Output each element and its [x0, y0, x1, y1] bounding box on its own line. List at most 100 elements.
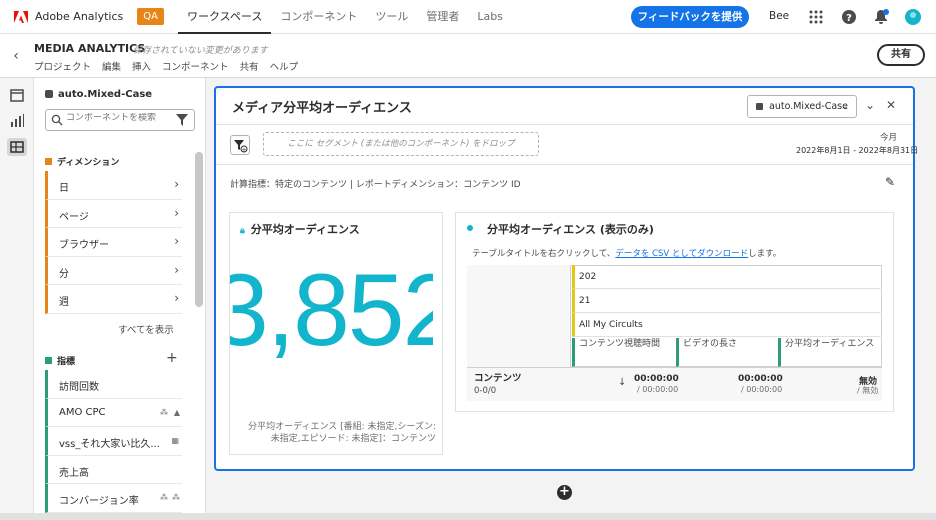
date-range[interactable]: 2022年8月1日 - 2022年8月31日: [796, 145, 918, 156]
dimension-label: 週: [59, 297, 69, 308]
dimension-item[interactable]: ブラウザー ›: [45, 228, 182, 257]
back-chevron-icon[interactable]: ‹: [6, 46, 26, 66]
metric-list: 訪問回数 AMO CPC ⁂ ▲ vss_それ大家い比久... ▦ 売上高 コンバージ…: [45, 370, 182, 513]
component-search-input[interactable]: [66, 113, 171, 123]
metric-item[interactable]: AMO CPC ⁂ ▲: [45, 398, 182, 427]
panel-scrollbar[interactable]: [195, 152, 203, 307]
menu-edit[interactable]: 編集: [102, 59, 121, 73]
summary-number-caption: 分平均オーディエンス [番組: 未指定,シーズン: 未指定,エピソード: 未指定…: [248, 422, 436, 444]
nav-admin[interactable]: 管理者: [417, 0, 468, 34]
share-button[interactable]: 共有: [877, 44, 925, 66]
metric-item[interactable]: vss_それ大家い比久... ▦: [45, 427, 182, 456]
edit-pencil-icon[interactable]: ✎: [885, 175, 895, 189]
app-name[interactable]: Adobe Analytics: [35, 10, 123, 23]
table-note-suffix: します。: [748, 249, 782, 259]
metric-column-header[interactable]: ビデオの長さ: [676, 338, 778, 367]
dimension-item[interactable]: ページ ›: [45, 199, 182, 228]
chevron-right-icon[interactable]: ›: [174, 206, 179, 220]
segment-header[interactable]: 202: [572, 265, 882, 289]
dimension-header-cell[interactable]: [467, 265, 571, 367]
chevron-right-icon[interactable]: ›: [174, 177, 179, 191]
metric-item[interactable]: コンバージョン率 ⁂ ⁂: [45, 484, 182, 513]
menu-insert[interactable]: 挿入: [132, 59, 151, 73]
qa-badge: QA: [137, 8, 164, 25]
dimension-label: 日: [59, 183, 69, 194]
segment-filter-button[interactable]: +: [230, 135, 250, 155]
apps-grid-icon[interactable]: [808, 9, 824, 25]
nav-labs[interactable]: Labs: [468, 0, 512, 34]
feedback-button[interactable]: フィードバックを提供: [631, 6, 749, 28]
metric-item[interactable]: 売上高: [45, 455, 182, 484]
nav-components[interactable]: コンポーネント: [271, 0, 366, 34]
menu-help[interactable]: ヘルプ: [270, 59, 299, 73]
table-note-prefix: テーブルタイトルを右クリックして、: [472, 249, 616, 259]
metric-label: コンバージョン率: [59, 496, 139, 507]
totals-label[interactable]: コンテンツ: [474, 370, 522, 384]
menu-components[interactable]: コンポーネント: [162, 59, 229, 73]
metric-column-header[interactable]: 分平均オーディエンス: [778, 338, 882, 367]
project-title[interactable]: MEDIA ANALYTICS: [34, 42, 145, 55]
date-label[interactable]: 今月: [880, 131, 897, 143]
metrics-heading[interactable]: 指標: [45, 354, 75, 367]
dimension-item[interactable]: 日 ›: [45, 171, 182, 200]
metric-label: 訪問回数: [59, 382, 99, 393]
compare-icon: ⁂: [160, 407, 168, 417]
chevron-right-icon[interactable]: ›: [174, 263, 179, 277]
panel-title[interactable]: メディア分平均オーディエンス: [232, 97, 412, 116]
big-number: 3,852: [230, 262, 433, 367]
divider: [216, 124, 913, 125]
total-sub-value: / 無効: [857, 386, 879, 395]
visualizations-icon[interactable]: [7, 112, 27, 130]
metric-item[interactable]: 訪問回数: [45, 370, 182, 399]
nav-tools[interactable]: ツール: [366, 0, 417, 34]
segment-header[interactable]: All My Circults: [572, 313, 882, 337]
close-icon[interactable]: ✕: [886, 98, 896, 112]
user-name[interactable]: Bee: [769, 10, 789, 22]
chevron-down-icon: ⌄: [841, 101, 849, 112]
chevron-right-icon[interactable]: ›: [174, 291, 179, 305]
add-metric-icon[interactable]: +: [166, 350, 178, 366]
summary-number-value: 3,852: [230, 262, 433, 372]
dimension-item[interactable]: 週 ›: [45, 285, 182, 314]
nav-workspace[interactable]: ワークスペース: [177, 0, 272, 34]
metric-icon: [45, 357, 52, 364]
show-all-link[interactable]: すべてを表示: [118, 322, 174, 336]
metric-column-header[interactable]: コンテンツ視聴時間: [572, 338, 676, 367]
adobe-logo-icon[interactable]: [14, 10, 28, 23]
dimensions-heading[interactable]: ディメンション: [45, 155, 119, 168]
dimension-item[interactable]: 分 ›: [45, 256, 182, 285]
component-search-field[interactable]: [45, 109, 195, 131]
chevron-right-icon[interactable]: ›: [174, 234, 179, 248]
calculated-metric-icon: ▦: [171, 436, 179, 445]
top-bar: Adobe Analytics QA ワークスペース コンポーネント ツール 管…: [0, 0, 936, 34]
download-csv-link[interactable]: データを CSV としてダウンロード: [615, 249, 748, 259]
dimension-label: ページ: [59, 211, 89, 223]
compare-icon: ⁂: [172, 493, 180, 502]
components-icon[interactable]: [7, 138, 27, 156]
total-value: 00:00:00: [634, 374, 679, 384]
panel-description: 計算指標：特定のコンテンツ | レポートディメンション：コンテンツ ID: [230, 180, 521, 190]
filter-icon[interactable]: [176, 114, 188, 126]
collapse-chevron-icon[interactable]: ⌄: [865, 98, 875, 112]
panel-report-suite[interactable]: auto.Mixed-Case: [45, 89, 152, 100]
notifications-bell-icon[interactable]: [873, 9, 889, 25]
panels-icon[interactable]: [7, 87, 27, 105]
segment-header[interactable]: 21: [572, 289, 882, 313]
table-title[interactable]: 分平均オーディエンス (表示のみ): [487, 221, 654, 237]
sort-arrow-icon[interactable]: ↓: [618, 377, 626, 388]
bottom-scrollbar[interactable]: [0, 513, 936, 520]
dimension-label: 分: [59, 268, 69, 280]
segment-dropzone[interactable]: ここに セグメント (または他のコンポーネント) をドロップ: [263, 132, 539, 156]
dimensions-heading-label: ディメンション: [57, 158, 120, 168]
avatar[interactable]: [905, 9, 921, 25]
svg-text:+: +: [241, 147, 246, 154]
summary-number-title[interactable]: 🔒︎ 分平均オーディエンス: [240, 221, 360, 237]
search-icon: [51, 114, 63, 126]
summary-number-title-text: 分平均オーディエンス: [250, 223, 360, 236]
menu-share[interactable]: 共有: [240, 59, 259, 73]
report-suite-dropdown[interactable]: auto.Mixed-Case ⌄: [747, 95, 857, 118]
components-panel: auto.Mixed-Case ディメンション 日› ページ› ブラウザー› 分…: [34, 78, 206, 520]
menu-project[interactable]: プロジェクト: [34, 59, 91, 73]
help-icon[interactable]: ?: [841, 9, 857, 25]
add-panel-button[interactable]: +: [557, 485, 572, 500]
